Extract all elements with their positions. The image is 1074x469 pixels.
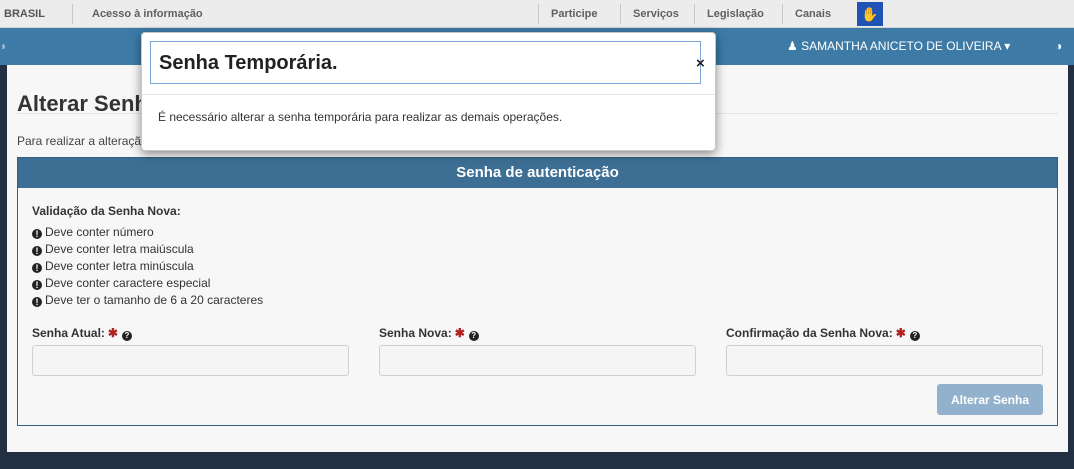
exclamation-circle-icon: !: [32, 280, 42, 290]
legislacao-link[interactable]: Legislação: [707, 0, 764, 28]
help-icon[interactable]: ?: [121, 331, 132, 341]
divider: [620, 4, 621, 24]
rule-text: Deve conter número: [45, 225, 154, 239]
current-password-label: Senha Atual: ✱?: [32, 326, 132, 341]
canais-link[interactable]: Canais: [795, 0, 831, 28]
user-name: SAMANTHA ANICETO DE OLIVEIRA: [801, 39, 1001, 53]
modal-title: Senha Temporária.: [159, 52, 338, 74]
rule-item: ! Deve ter o tamanho de 6 a 20 caracteres: [32, 292, 263, 309]
password-rules: ! Deve conter número ! Deve conter letra m…: [32, 224, 263, 309]
contrast-icon[interactable]: ◑: [1055, 28, 1062, 65]
divider: [72, 4, 73, 24]
divider: [694, 4, 695, 24]
access-info-link[interactable]: Acesso à informação: [92, 0, 203, 28]
current-password-input[interactable]: [32, 345, 349, 376]
required-icon: ✱: [454, 326, 465, 340]
gov-top-bar: BRASIL Acesso à informação Participe Ser…: [0, 0, 1074, 28]
exclamation-circle-icon: !: [32, 297, 42, 307]
accessibility-icon[interactable]: ✋: [857, 2, 883, 26]
rule-text: Deve conter letra maiúscula: [45, 242, 194, 256]
modal-header: Senha Temporária. ×: [150, 41, 705, 84]
brasil-link[interactable]: BRASIL: [4, 0, 45, 28]
modal-message: É necessário alterar a senha temporária …: [158, 110, 563, 124]
divider: [538, 4, 539, 24]
rule-item: ! Deve conter letra minúscula: [32, 258, 263, 275]
confirm-password-input[interactable]: [726, 345, 1043, 376]
modal-divider: [142, 94, 715, 95]
rule-item: ! Deve conter caractere especial: [32, 275, 263, 292]
panel-heading: Senha de autenticação: [18, 158, 1057, 188]
exclamation-circle-icon: !: [32, 263, 42, 273]
menu-edge-icon: ◗: [0, 39, 8, 53]
divider: [782, 4, 783, 24]
caret-down-icon: ▾: [1004, 39, 1011, 53]
rules-title: Validação da Senha Nova:: [32, 204, 181, 218]
rule-item: ! Deve conter letra maiúscula: [32, 241, 263, 258]
exclamation-circle-icon: !: [32, 229, 42, 239]
new-password-label: Senha Nova: ✱?: [379, 326, 479, 341]
change-password-button[interactable]: Alterar Senha: [937, 384, 1043, 415]
new-password-input[interactable]: [379, 345, 696, 376]
close-icon[interactable]: ×: [696, 56, 705, 72]
footer-strip: [0, 452, 1074, 469]
required-icon: ✱: [107, 326, 118, 340]
rule-text: Deve conter caractere especial: [45, 276, 211, 290]
help-icon[interactable]: ?: [468, 331, 479, 341]
participe-link[interactable]: Participe: [551, 0, 597, 28]
help-icon[interactable]: ?: [909, 331, 920, 341]
rule-text: Deve ter o tamanho de 6 a 20 caracteres: [45, 293, 264, 307]
confirm-password-label: Confirmação da Senha Nova: ✱?: [726, 326, 920, 341]
required-icon: ✱: [895, 326, 906, 340]
field-label-text: Senha Atual:: [32, 326, 105, 340]
temporary-password-modal: Senha Temporária. × É necessário alterar…: [141, 32, 716, 151]
field-label-text: Senha Nova:: [379, 326, 452, 340]
auth-password-panel: Senha de autenticação Validação da Senha…: [17, 157, 1058, 426]
rule-item: ! Deve conter número: [32, 224, 263, 241]
rule-text: Deve conter letra minúscula: [45, 259, 194, 273]
page-intro: Para realizar a alteração: [17, 134, 148, 148]
user-menu[interactable]: ♟ SAMANTHA ANICETO DE OLIVEIRA ▾: [787, 28, 1010, 65]
user-icon: ♟: [787, 39, 798, 53]
exclamation-circle-icon: !: [32, 246, 42, 256]
field-label-text: Confirmação da Senha Nova:: [726, 326, 893, 340]
servicos-link[interactable]: Serviços: [633, 0, 679, 28]
